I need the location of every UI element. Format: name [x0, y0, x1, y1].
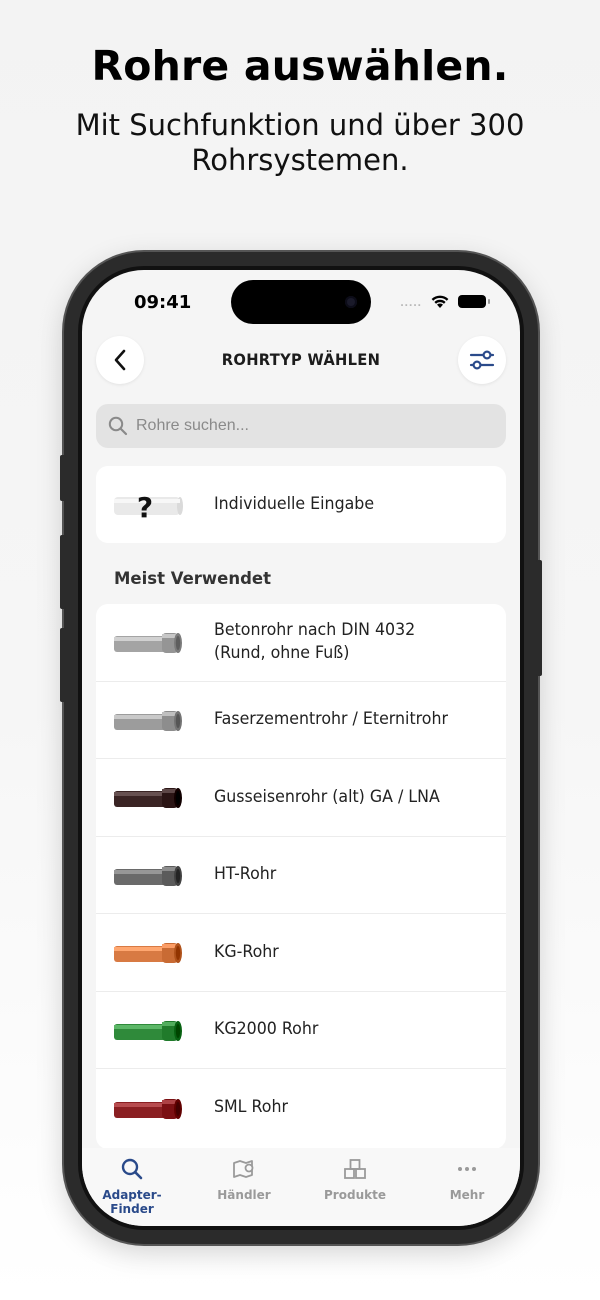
map-pin-icon	[233, 1160, 254, 1178]
search-icon	[108, 416, 128, 436]
app-screen: 09:41 ..... ROHRTYP WÄHLEN Rohre suchen.…	[82, 270, 520, 1226]
fiber-cement-pipe-icon	[114, 710, 182, 731]
wifi-icon	[431, 295, 449, 308]
kg-pipe-icon	[114, 943, 182, 964]
section-title: Meist Verwendet	[114, 569, 271, 588]
search-icon	[121, 1158, 143, 1180]
tab-label: Mehr	[449, 1188, 485, 1202]
tab-bar: Adapter-Finder Händler Produkte Mehr	[82, 1148, 520, 1226]
signal-icon: .....	[400, 294, 422, 309]
pipe-list-item[interactable]: Betonrohr nach DIN 4032 (Rund, ohne Fuß)	[96, 604, 506, 682]
boxes-icon	[344, 1159, 366, 1179]
battery-icon	[458, 295, 490, 308]
unknown-pipe-icon: ?	[114, 491, 183, 520]
pipe-list-item[interactable]: HT-Rohr	[96, 837, 506, 914]
phone-volume-down-button	[60, 628, 66, 702]
pipe-label: Gusseisenrohr (alt) GA / LNA	[214, 786, 440, 807]
hero-subtitle: Mit Suchfunktion und über 300 Rohrsystem…	[75, 108, 525, 177]
filter-sliders-icon	[469, 350, 495, 370]
phone-action-button	[60, 455, 66, 501]
tab-label: Adapter-Finder	[102, 1188, 162, 1216]
pipe-list-item[interactable]: SML Rohr	[96, 1069, 506, 1147]
tab-produkte[interactable]: Produkte	[305, 1156, 405, 1202]
pipe-list-item[interactable]: KG-Rohr	[96, 914, 506, 992]
pipe-list-item[interactable]: Gusseisenrohr (alt) GA / LNA	[96, 759, 506, 837]
pipe-label: SML Rohr	[214, 1097, 288, 1118]
pipe-list-item[interactable]: KG2000 Rohr	[96, 992, 506, 1069]
more-dots-icon	[458, 1167, 476, 1171]
pipe-label: KG-Rohr	[214, 941, 279, 962]
sml-pipe-icon	[114, 1098, 182, 1119]
pipe-label: HT-Rohr	[214, 864, 277, 885]
dynamic-island	[231, 280, 371, 324]
camera-icon	[345, 296, 357, 308]
status-icons: .....	[400, 294, 490, 309]
pipe-label: Betonrohr nach DIN 4032 (Rund, ohne Fuß)	[214, 620, 416, 664]
concrete-pipe-icon	[114, 633, 182, 654]
custom-entry-row[interactable]: ? Individuelle Eingabe	[96, 466, 506, 544]
tab-label: Händler	[217, 1188, 271, 1202]
filter-button[interactable]	[458, 336, 506, 384]
tab-mehr[interactable]: Mehr	[417, 1156, 517, 1202]
custom-entry-label: Individuelle Eingabe	[214, 494, 375, 515]
tab-haendler[interactable]: Händler	[194, 1156, 294, 1202]
hero-title: Rohre auswählen.	[91, 42, 509, 90]
tab-label: Produkte	[324, 1188, 386, 1202]
ht-pipe-icon	[114, 865, 182, 886]
status-time: 09:41	[134, 292, 192, 313]
cast-iron-pipe-icon	[114, 788, 182, 809]
pipe-label: KG2000 Rohr	[214, 1019, 319, 1040]
kg2000-pipe-icon	[114, 1020, 182, 1041]
pipe-list: Betonrohr nach DIN 4032 (Rund, ohne Fuß)…	[96, 604, 506, 1149]
svg-text:?: ?	[137, 491, 153, 520]
phone-volume-up-button	[60, 535, 66, 609]
page-title: ROHRTYP WÄHLEN	[221, 350, 381, 369]
tab-adapter-finder[interactable]: Adapter-Finder	[82, 1156, 182, 1216]
pipe-label: Faserzementrohr / Eternitrohr	[214, 709, 448, 730]
search-input[interactable]	[136, 417, 476, 435]
pipe-list-item[interactable]: Faserzementrohr / Eternitrohr	[96, 682, 506, 759]
search-field[interactable]	[96, 404, 506, 448]
custom-entry-card[interactable]: ? Individuelle Eingabe	[96, 466, 506, 543]
phone-power-button	[536, 560, 542, 676]
